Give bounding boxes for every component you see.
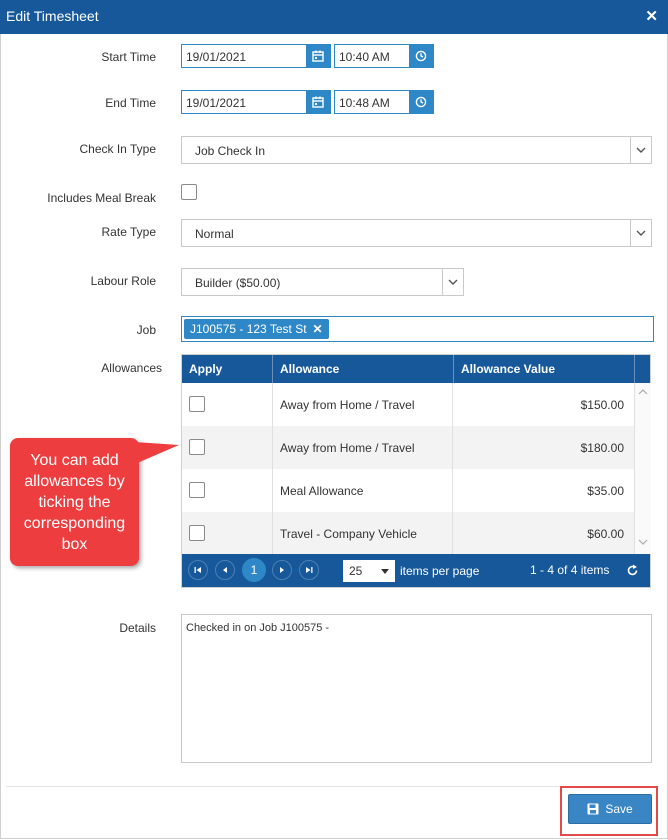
dialog-title-bar: Edit Timesheet ✕ (0, 0, 668, 34)
column-divider (453, 355, 454, 383)
check-in-type-select[interactable]: Job Check In (181, 136, 652, 164)
cell-divider (452, 426, 453, 469)
allowances-grid: Apply Allowance Allowance Value Away fro… (181, 354, 651, 588)
cell-divider (452, 512, 453, 555)
grid-pager: 1 25 items per page 1 - 4 of 4 items (182, 554, 650, 587)
caret-down-icon[interactable] (381, 569, 389, 574)
labour-role-select[interactable]: Builder ($50.00) (181, 268, 464, 296)
column-divider (634, 355, 635, 383)
first-page-icon[interactable] (188, 560, 208, 580)
apply-checkbox[interactable] (189, 396, 205, 412)
column-header-allowance-value[interactable]: Allowance Value (461, 362, 555, 376)
page-size-select[interactable]: 25 (343, 560, 395, 582)
end-time-label: End Time (105, 96, 156, 110)
save-button[interactable]: Save (568, 794, 652, 824)
previous-page-icon[interactable] (215, 560, 235, 580)
allowance-value: $35.00 (587, 484, 624, 498)
allowance-name: Away from Home / Travel (280, 441, 415, 455)
dialog-title: Edit Timesheet (6, 8, 99, 24)
details-textarea[interactable]: Checked in on Job J100575 - (181, 614, 652, 763)
end-time-value: 10:48 AM (339, 96, 390, 110)
last-page-icon[interactable] (299, 560, 319, 580)
floppy-disk-icon (587, 803, 599, 815)
page-number-button[interactable]: 1 (242, 558, 266, 582)
refresh-icon[interactable] (626, 564, 639, 577)
labour-role-label: Labour Role (90, 274, 156, 288)
cell-divider (272, 512, 273, 555)
cell-divider (452, 469, 453, 512)
chevron-down-icon[interactable] (630, 220, 651, 246)
meal-break-checkbox[interactable] (181, 184, 197, 200)
job-tag-label: J100575 - 123 Test St (190, 322, 307, 336)
allowance-name: Away from Home / Travel (280, 398, 415, 412)
save-button-label: Save (605, 802, 633, 816)
start-time-input[interactable]: 10:40 AM (334, 44, 434, 68)
chevron-down-icon[interactable] (630, 137, 651, 163)
job-label: Job (136, 323, 156, 337)
instruction-callout: You can add allowances by ticking the co… (10, 438, 139, 566)
allowance-value: $150.00 (580, 398, 624, 412)
end-date-value: 19/01/2021 (186, 96, 247, 110)
check-in-type-label: Check In Type (79, 142, 157, 156)
table-row: Away from Home / Travel $180.00 (182, 426, 634, 469)
allowance-name: Meal Allowance (280, 484, 364, 498)
grid-header: Apply Allowance Allowance Value (182, 355, 650, 383)
job-tag: J100575 - 123 Test St ✕ (184, 319, 329, 339)
column-header-apply[interactable]: Apply (189, 362, 222, 376)
apply-checkbox[interactable] (189, 525, 205, 541)
allowance-name: Travel - Company Vehicle (280, 527, 417, 541)
check-in-type-value: Job Check In (195, 144, 266, 158)
table-row: Travel - Company Vehicle $60.00 (182, 512, 634, 555)
labour-role-value: Builder ($50.00) (195, 276, 281, 290)
start-date-value: 19/01/2021 (186, 50, 247, 64)
cell-divider (272, 383, 273, 426)
close-icon[interactable]: ✕ (645, 7, 658, 25)
end-date-input[interactable]: 19/01/2021 (181, 90, 331, 114)
job-multiselect[interactable]: J100575 - 123 Test St ✕ (181, 316, 654, 342)
allowance-value: $180.00 (580, 441, 624, 455)
calendar-icon[interactable] (306, 91, 330, 113)
allowances-label: Allowances (101, 361, 162, 375)
rate-type-select[interactable]: Normal (181, 219, 652, 247)
cell-divider (452, 383, 453, 426)
page-size-value: 25 (349, 564, 363, 578)
chevron-down-icon[interactable] (638, 539, 648, 545)
items-per-page-label: items per page (400, 564, 480, 578)
current-page-number: 1 (250, 563, 258, 577)
clock-icon[interactable] (409, 45, 433, 67)
apply-checkbox[interactable] (189, 482, 205, 498)
details-value: Checked in on Job J100575 - (186, 622, 330, 634)
remove-tag-icon[interactable]: ✕ (313, 322, 323, 336)
calendar-icon[interactable] (306, 45, 330, 67)
clock-icon[interactable] (409, 91, 433, 113)
rate-type-label: Rate Type (101, 225, 156, 239)
column-header-allowance[interactable]: Allowance (280, 362, 339, 376)
rate-type-value: Normal (195, 227, 234, 241)
next-page-icon[interactable] (272, 560, 292, 580)
chevron-up-icon[interactable] (638, 389, 648, 395)
column-divider (272, 355, 273, 383)
meal-break-label: Includes Meal Break (47, 191, 156, 205)
apply-checkbox[interactable] (189, 439, 205, 455)
allowance-value: $60.00 (587, 527, 624, 541)
start-date-input[interactable]: 19/01/2021 (181, 44, 331, 68)
grid-body: Away from Home / Travel $150.00 Away fro… (182, 383, 634, 555)
start-time-value: 10:40 AM (339, 50, 390, 64)
cell-divider (272, 426, 273, 469)
grid-scrollbar[interactable] (634, 383, 651, 554)
cell-divider (272, 469, 273, 512)
chevron-down-icon[interactable] (442, 269, 463, 295)
details-label: Details (119, 621, 156, 635)
end-time-input[interactable]: 10:48 AM (334, 90, 434, 114)
table-row: Away from Home / Travel $150.00 (182, 383, 634, 426)
callout-pointer (135, 442, 179, 464)
table-row: Meal Allowance $35.00 (182, 469, 634, 512)
start-time-label: Start Time (101, 50, 156, 64)
pager-summary: 1 - 4 of 4 items (530, 563, 610, 577)
